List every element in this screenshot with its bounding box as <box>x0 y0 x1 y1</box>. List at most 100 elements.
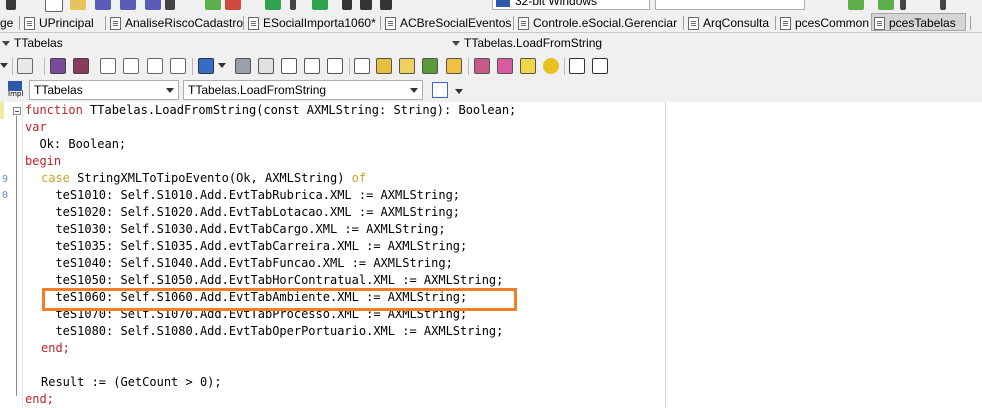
tab-uprincipal[interactable]: UPrincipal <box>22 14 94 32</box>
close-icon[interactable] <box>165 0 175 10</box>
toolbar-separator <box>564 58 565 75</box>
tab-partial[interactable]: ge <box>0 14 13 32</box>
tab-acbresocialeventos[interactable]: ACBreSocialEventos <box>383 14 511 32</box>
code-line: function TTabelas.LoadFromString(const A… <box>25 102 516 119</box>
class-combo[interactable]: TTabelas <box>29 80 179 100</box>
editor-toolbar <box>0 53 982 79</box>
align-icon[interactable] <box>258 58 274 74</box>
dictionary-icon[interactable] <box>497 58 513 74</box>
unit-file-icon <box>688 17 699 30</box>
run-without-debug-icon[interactable] <box>312 0 328 10</box>
chevron-down-icon <box>166 88 174 93</box>
stop-icon[interactable] <box>360 0 372 10</box>
breadcrumb-class[interactable]: TTabelas <box>14 36 63 50</box>
gear-icon[interactable] <box>543 58 559 74</box>
run-icon[interactable] <box>265 0 281 10</box>
nav-dropdown-icon[interactable] <box>452 41 460 46</box>
method-combo[interactable]: TTabelas.LoadFromString <box>183 80 423 100</box>
open-icon[interactable] <box>70 0 86 10</box>
code-line: var <box>25 120 47 134</box>
tab-separator <box>105 16 106 30</box>
save-icon[interactable] <box>95 0 111 10</box>
unit-file-icon <box>874 17 885 30</box>
list-icon[interactable] <box>432 82 448 98</box>
tab-controle-esocial-gerenciar[interactable]: Controle.eSocial.Gerenciar <box>516 14 677 32</box>
tab-label: ESocialImporta1060* <box>263 16 376 30</box>
code-line: teS1010: Self.S1010.Add.EvtTabRubrica.XM… <box>41 188 461 202</box>
new-file-icon[interactable] <box>45 0 63 12</box>
code-text: TTabelas.LoadFromString(const AXMLString… <box>82 103 517 117</box>
run-dropdown-icon[interactable] <box>290 0 296 10</box>
open-project-icon[interactable] <box>145 0 161 10</box>
dropdown-arrow-icon[interactable] <box>218 58 226 74</box>
editor-tab-bar: ge UPrincipal AnaliseRiscoCadastro ESoci… <box>0 12 982 33</box>
list-dropdown-icon[interactable] <box>455 89 463 94</box>
save-icon[interactable] <box>50 58 66 74</box>
clipboard-icon[interactable] <box>327 58 343 74</box>
new-unit-icon[interactable] <box>100 58 116 74</box>
right-margin-line <box>665 102 666 408</box>
save-all-icon[interactable] <box>120 0 136 10</box>
back-icon[interactable] <box>848 0 864 10</box>
chevron-down-icon <box>410 88 418 93</box>
code-line: end; <box>25 392 54 406</box>
unit-file-icon <box>780 17 791 30</box>
tab-analiseriscocadastro[interactable]: AnaliseRiscoCadastro <box>108 14 243 32</box>
lock-icon[interactable] <box>446 58 462 74</box>
notes2-icon[interactable] <box>399 58 415 74</box>
note-icon[interactable] <box>520 58 536 74</box>
tab-arqconsulta[interactable]: ArqConsulta <box>686 14 769 32</box>
code-line: teS1080: Self.S1080.Add.EvtTabOperPortua… <box>41 324 504 338</box>
save-all-icon[interactable] <box>73 58 89 74</box>
tab-esocialimporta1060[interactable]: ESocialImporta1060* <box>246 14 376 32</box>
config-combo[interactable] <box>655 0 805 10</box>
download-icon[interactable] <box>170 58 186 74</box>
fold-toggle-icon[interactable] <box>13 107 21 115</box>
forward-icon[interactable] <box>878 0 894 10</box>
tool-icon[interactable] <box>474 58 490 74</box>
cursor-icon[interactable] <box>6 0 16 10</box>
code-line: Ok: Boolean; <box>25 137 127 151</box>
pause-icon[interactable] <box>342 0 352 10</box>
paste-icon[interactable] <box>304 58 320 74</box>
lightning-icon[interactable] <box>422 58 438 74</box>
notes-icon[interactable] <box>376 58 392 74</box>
tab-label: ArqConsulta <box>703 16 770 30</box>
stop2-icon[interactable] <box>380 0 392 10</box>
highlight-box <box>42 288 517 311</box>
grid-icon[interactable] <box>235 58 251 74</box>
overflow-icon[interactable] <box>940 0 946 10</box>
add-file-icon[interactable] <box>205 0 221 10</box>
wizard-icon[interactable] <box>354 58 370 74</box>
dropdown-arrow-icon[interactable] <box>0 58 8 74</box>
breadcrumb: TTabelas TTabelas.LoadFromString <box>0 33 982 53</box>
edit-icon[interactable] <box>147 58 163 74</box>
tab-separator <box>243 16 244 30</box>
tab-label: AnaliseRiscoCadastro <box>125 16 244 30</box>
copy-icon[interactable] <box>281 58 297 74</box>
code-line: case StringXMLToTipoEvento(Ok, AXMLStrin… <box>41 170 366 187</box>
unit-file-icon <box>385 17 396 30</box>
help-icon[interactable] <box>569 58 585 74</box>
tab-pcescommon[interactable]: pcesCommon <box>778 14 869 32</box>
remove-file-icon[interactable] <box>225 0 241 10</box>
tab-label: UPrincipal <box>39 16 94 30</box>
nav-dropdown-icon[interactable] <box>2 41 10 46</box>
code-line: teS1035: Self.S1035.Add.evtTabCarreira.X… <box>41 239 468 253</box>
delete-unit-icon[interactable] <box>123 58 139 74</box>
unit-file-icon <box>110 17 121 30</box>
code-editor[interactable]: 9 0 function TTabelas.LoadFromString(con… <box>0 102 982 408</box>
impl-icon[interactable]: Impl <box>8 81 24 99</box>
unit-file-icon <box>248 17 259 30</box>
tab-label: ge <box>0 16 14 30</box>
tab-label: ACBreSocialEventos <box>400 16 512 30</box>
breadcrumb-method[interactable]: TTabelas.LoadFromString <box>464 36 602 50</box>
tab-pcestabelas[interactable]: pcesTabelas <box>871 13 966 31</box>
tab-separator <box>380 16 381 30</box>
info-icon[interactable] <box>592 58 608 74</box>
forward-dropdown-icon[interactable] <box>900 0 906 10</box>
target-platform-combo[interactable]: 32-bit Windows <box>492 0 650 10</box>
fold-guide <box>16 116 17 396</box>
form-icon[interactable] <box>198 58 214 74</box>
diagram-icon[interactable] <box>17 58 33 74</box>
